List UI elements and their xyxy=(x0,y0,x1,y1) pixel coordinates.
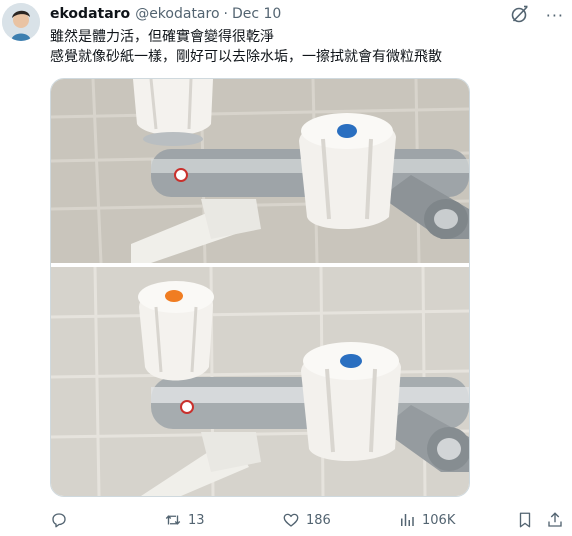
reply-icon xyxy=(52,513,66,528)
media-grid xyxy=(50,78,470,497)
bookmark-icon xyxy=(519,512,531,528)
heart-icon xyxy=(283,513,299,527)
views-icon xyxy=(401,514,414,526)
tweet-text: 雖然是體力活，但確實會變得很乾淨 感覺就像砂紙一樣，剛好可以去除水垢，一擦拭就會… xyxy=(50,27,560,67)
tweet-actions: 13 186 106K xyxy=(50,508,570,532)
tweet-top-actions: ··· xyxy=(510,4,564,28)
grok-icon[interactable] xyxy=(510,4,530,28)
like-button[interactable]: 186 xyxy=(282,508,331,532)
share-icon xyxy=(548,512,562,527)
avatar[interactable] xyxy=(2,3,40,41)
views-count: 106K xyxy=(422,512,456,528)
tweet-text-line-2: 感覺就像砂紙一樣，剛好可以去除水垢，一擦拭就會有微粒飛散 xyxy=(50,49,442,65)
views-button[interactable]: 106K xyxy=(398,508,455,532)
retweet-count: 13 xyxy=(188,512,205,528)
reply-button[interactable] xyxy=(50,508,74,532)
faucet-photo-before[interactable] xyxy=(51,79,469,263)
separator-dot: · xyxy=(223,6,228,22)
display-name[interactable]: ekodataro xyxy=(50,6,130,22)
user-handle[interactable]: @ekodataro xyxy=(135,6,219,22)
retweet-icon xyxy=(165,515,181,525)
like-count: 186 xyxy=(306,512,331,528)
tweet-header: ekodataro @ekodataro · Dec 10 xyxy=(50,4,281,24)
more-icon[interactable]: ··· xyxy=(546,6,564,26)
retweet-button[interactable]: 13 xyxy=(164,508,205,532)
avatar-image xyxy=(2,3,40,41)
tweet[interactable]: ekodataro @ekodataro · Dec 10 ··· 雖然是體力活… xyxy=(0,0,572,536)
share-button[interactable] xyxy=(546,508,564,532)
tweet-date[interactable]: Dec 10 xyxy=(232,6,281,22)
tweet-text-line-1: 雖然是體力活，但確實會變得很乾淨 xyxy=(50,29,274,45)
bookmark-button[interactable] xyxy=(516,508,534,532)
faucet-photo-after[interactable] xyxy=(51,267,469,496)
